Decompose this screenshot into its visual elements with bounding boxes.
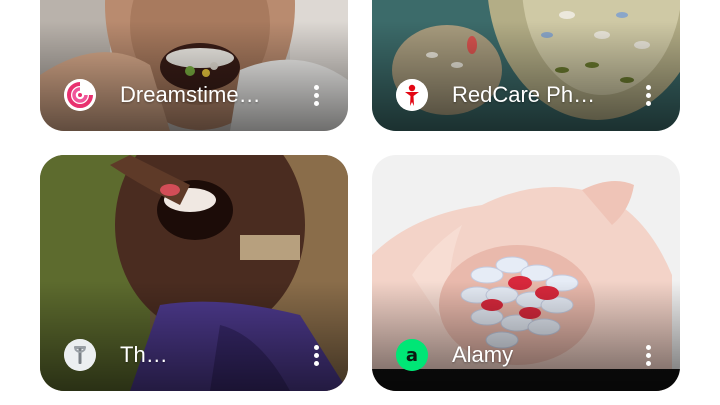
redcare-logo-icon [396,79,428,111]
result-source-label[interactable]: The Conversation [120,341,178,369]
image-result-card[interactable]: The Conversation [40,155,348,391]
alamy-logo-icon: a [396,339,428,371]
dreamstime-logo-icon [64,79,96,111]
the-conversation-logo-icon [64,339,96,371]
more-vert-icon[interactable] [634,77,662,113]
result-source-label[interactable]: RedCare Pharmacy [452,81,598,109]
more-vert-icon[interactable] [634,337,662,373]
svg-text:a: a [406,345,418,366]
more-vert-icon[interactable] [302,337,330,373]
result-source-label[interactable]: Dreamstime.com [120,81,266,109]
card-footer: RedCare Pharmacy [372,59,680,131]
image-result-card[interactable]: a Alamy [372,155,680,391]
card-footer: Dreamstime.com [40,59,348,131]
card-footer: a Alamy [372,319,680,391]
more-vert-icon[interactable] [302,77,330,113]
image-result-card[interactable]: Dreamstime.com [40,0,348,131]
result-source-label[interactable]: Alamy [452,341,513,369]
card-footer: The Conversation [40,319,348,391]
image-result-card[interactable]: RedCare Pharmacy [372,0,680,131]
